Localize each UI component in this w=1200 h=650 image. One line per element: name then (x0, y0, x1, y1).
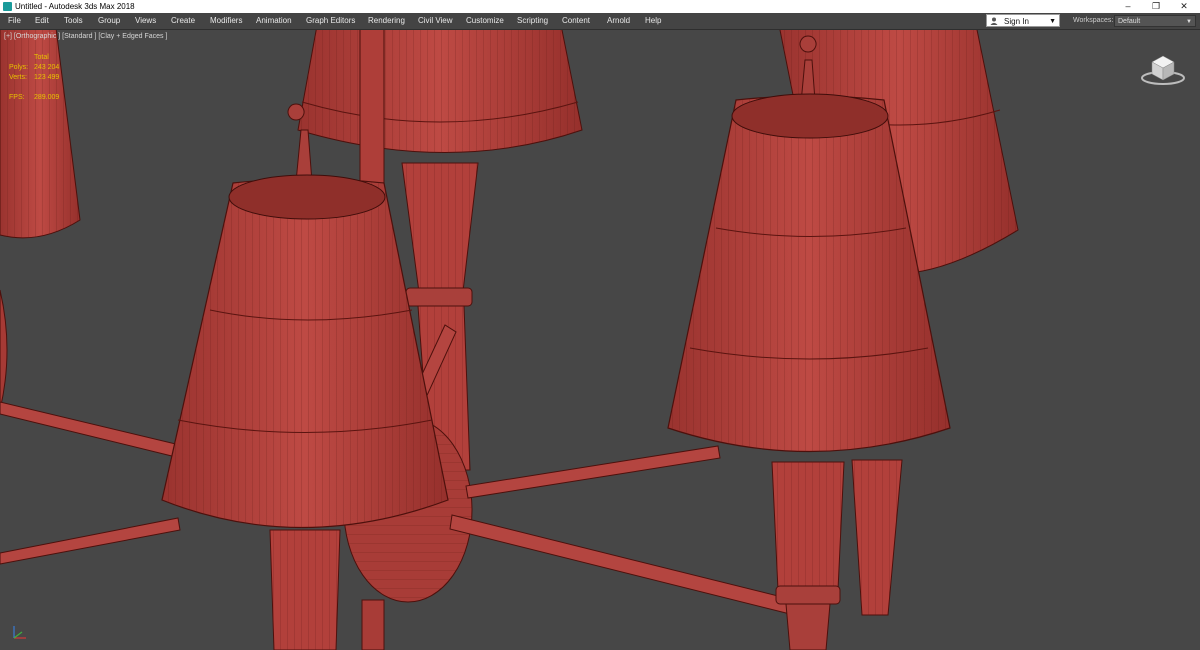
verts-label: Verts: (9, 74, 27, 81)
chandelier-stem (359, 30, 385, 191)
close-button[interactable]: ✕ (1172, 0, 1196, 13)
menu-customize[interactable]: Customize (466, 15, 504, 27)
chevron-down-icon: ▼ (1186, 19, 1192, 25)
menu-help[interactable]: Help (645, 15, 661, 27)
menu-group[interactable]: Group (98, 15, 120, 27)
fps-label: FPS: (9, 94, 25, 101)
chandelier-model (0, 30, 1019, 650)
app-icon (3, 2, 12, 11)
menu-tools[interactable]: Tools (64, 15, 83, 27)
menu-content[interactable]: Content (562, 15, 590, 27)
stats-header: Total (34, 54, 49, 61)
menu-modifiers[interactable]: Modifiers (210, 15, 242, 27)
title-bar: Untitled - Autodesk 3ds Max 2018 – ❐ ✕ (0, 0, 1200, 13)
orthographic-viewport[interactable]: [+] [Orthographic ] [Standard ] [Clay + … (0, 30, 1200, 650)
fps-value: 289.009 (34, 94, 60, 101)
sign-in-dropdown[interactable]: Sign In ▼ (986, 14, 1060, 27)
menu-graph-editors[interactable]: Graph Editors (306, 15, 355, 27)
menu-file[interactable]: File (8, 15, 21, 27)
minimize-button[interactable]: – (1116, 0, 1140, 13)
lamp-shade (0, 30, 81, 411)
sign-in-label: Sign In (1004, 17, 1029, 26)
workspaces-value: Default (1118, 18, 1141, 25)
verts-value: 123 499 (34, 74, 60, 81)
workspaces-label: Workspaces: (1073, 17, 1114, 24)
menu-create[interactable]: Create (171, 15, 195, 27)
chevron-down-icon: ▼ (1049, 18, 1056, 25)
menu-civil-view[interactable]: Civil View (418, 15, 453, 27)
menu-edit[interactable]: Edit (35, 15, 49, 27)
viewport-label[interactable]: [+] [Orthographic ] [Standard ] [Clay + … (4, 33, 167, 40)
user-icon (990, 17, 998, 25)
viewcube-icon[interactable] (1138, 48, 1188, 88)
axis-gizmo-icon (13, 626, 26, 639)
menu-arnold[interactable]: Arnold (607, 15, 630, 27)
menu-animation[interactable]: Animation (256, 15, 292, 27)
menu-rendering[interactable]: Rendering (368, 15, 405, 27)
workspaces-select[interactable]: Default ▼ (1114, 15, 1196, 27)
polys-value: 243 204 (34, 64, 60, 71)
polys-label: Polys: (9, 64, 29, 71)
window-title: Untitled - Autodesk 3ds Max 2018 (15, 2, 135, 11)
menu-scripting[interactable]: Scripting (517, 15, 548, 27)
restore-button[interactable]: ❐ (1144, 0, 1168, 13)
menu-views[interactable]: Views (135, 15, 156, 27)
